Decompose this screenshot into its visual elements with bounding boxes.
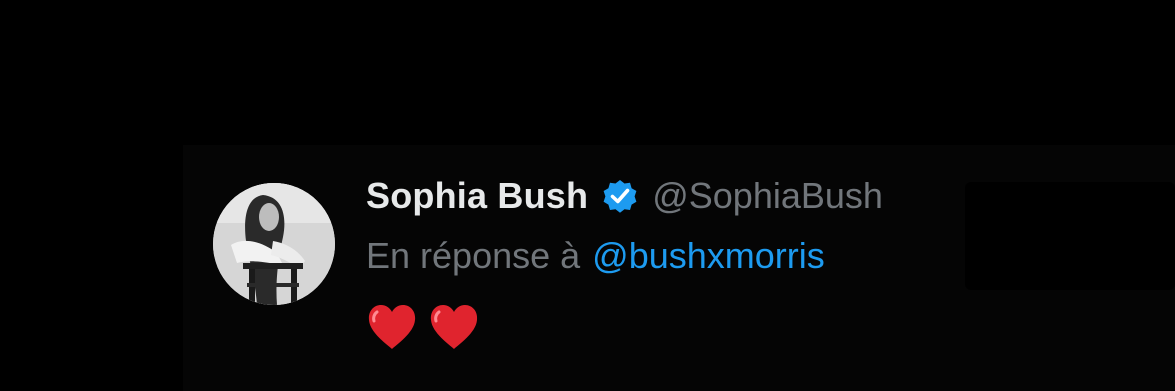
red-heart-icon	[368, 305, 416, 349]
reply-mention-link[interactable]: @bushxmorris	[592, 235, 825, 277]
author-row: Sophia Bush @SophiaBush	[366, 173, 883, 219]
author-handle[interactable]: @SophiaBush	[652, 175, 883, 217]
reply-prefix-text: En réponse à	[366, 235, 581, 276]
redacted-area	[965, 182, 1175, 290]
red-heart-icon	[430, 305, 478, 349]
profile-photo-icon	[213, 183, 335, 305]
tweet-content	[366, 300, 480, 354]
verified-badge-icon[interactable]	[600, 176, 640, 216]
author-display-name[interactable]: Sophia Bush	[366, 175, 588, 217]
avatar[interactable]	[213, 183, 335, 305]
reply-context: En réponse à @bushxmorris	[366, 233, 825, 279]
